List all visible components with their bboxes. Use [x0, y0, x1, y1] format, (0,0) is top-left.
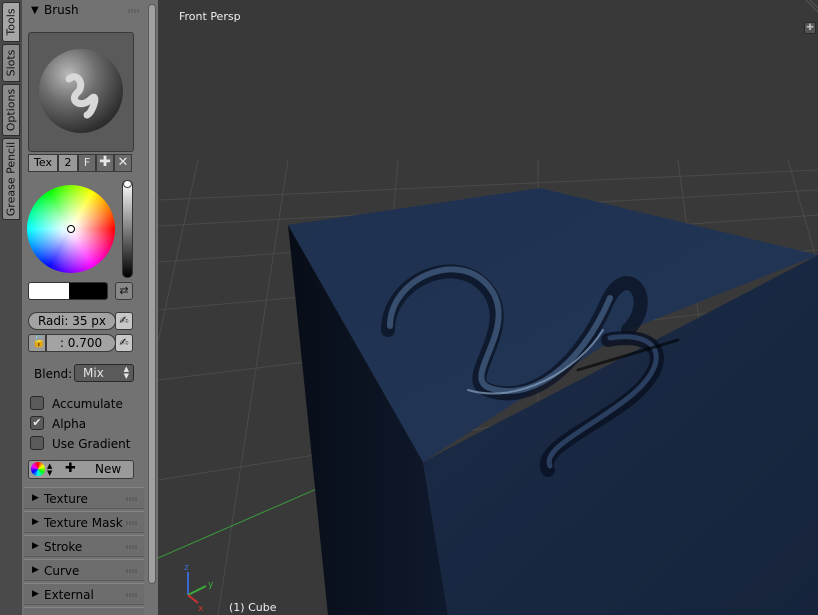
palette-icon[interactable] [31, 462, 45, 476]
color-swatch[interactable] [28, 282, 108, 300]
svg-text:z: z [184, 563, 189, 573]
texture-mask-panel-title: Texture Mask [44, 516, 123, 530]
collapse-triangle-icon: ▼ [31, 5, 39, 16]
tab-strip: Tools Slots Options Grease Pencil [0, 0, 22, 615]
radius-field[interactable]: Radi: 35 px [28, 312, 116, 330]
add-brush-button[interactable]: ✚ [96, 154, 114, 172]
tab-tools-label: Tools [4, 8, 18, 36]
user-count-button[interactable]: 2 [58, 154, 78, 172]
tool-shelf-scrollbar[interactable] [146, 0, 158, 615]
stroke-panel-title: Stroke [44, 540, 83, 554]
drag-grip-icon[interactable] [126, 545, 138, 549]
plus-icon[interactable]: ✚ [65, 461, 76, 476]
svg-text:x: x [198, 604, 204, 614]
primary-color-swatch[interactable] [29, 283, 69, 299]
blend-mode-select[interactable]: Mix ▲ ▼ [74, 364, 134, 382]
brush-panel-header[interactable]: ▼ Brush [22, 0, 146, 22]
blend-mode-value: Mix [83, 366, 104, 380]
curve-panel-title: Curve [44, 564, 80, 578]
remove-brush-button[interactable]: ✕ [114, 154, 132, 172]
3d-viewport[interactable]: y x z Front Persp (1) Cube ✚ [158, 0, 818, 615]
plus-icon: ✚ [99, 154, 111, 170]
swap-colors-button[interactable]: ⇄ [115, 282, 133, 300]
expand-triangle-icon: ▶ [32, 493, 39, 503]
expand-triangle-icon: ▶ [32, 541, 39, 551]
expand-triangle-icon: ▶ [32, 565, 39, 575]
x-icon: ✕ [117, 155, 129, 170]
strength-pressure-button[interactable]: ✍ [115, 334, 133, 352]
next-panel-header[interactable] [24, 607, 144, 615]
blend-label: Blend: [34, 367, 73, 381]
texture-mask-panel-header[interactable]: ▶ Texture Mask [24, 511, 144, 533]
radius-value: 35 px [72, 314, 107, 328]
area-split-corner-icon[interactable] [804, 0, 818, 14]
tab-options-label: Options [4, 88, 18, 132]
tab-slots[interactable]: Slots [2, 44, 20, 82]
use-gradient-checkbox[interactable] [30, 436, 44, 450]
external-panel-title: External [44, 588, 94, 602]
use-gradient-label: Use Gradient [52, 437, 131, 451]
strength-field[interactable]: : 0.700 [46, 334, 116, 352]
checkmark-icon: ✔ [32, 416, 42, 429]
drag-grip-icon[interactable] [128, 9, 140, 13]
brush-icon [39, 49, 123, 133]
brush-preview[interactable] [28, 32, 134, 152]
drag-grip-icon[interactable] [126, 569, 138, 573]
tex-browse-button[interactable]: Tex [28, 154, 58, 172]
unified-strength-lock-button[interactable]: 🔓 [28, 334, 46, 352]
expand-triangle-icon: ▶ [32, 517, 39, 527]
tab-grease-pencil-label: Grease Pencil [4, 141, 18, 217]
chevron-up-down-icon: ▲ ▼ [47, 462, 53, 477]
expand-triangle-icon: ▶ [32, 589, 39, 599]
strength-value: : 0.700 [59, 336, 103, 350]
alpha-label: Alpha [52, 417, 87, 431]
value-slider[interactable] [122, 180, 133, 278]
curve-panel-header[interactable]: ▶ Curve [24, 559, 144, 581]
viewport-properties-icon[interactable]: ✚ [804, 22, 816, 34]
tool-shelf: ▼ Brush Tex 2 F ✚ ✕ ⇄ Radi: 35 px ✍ 🔓 : … [22, 0, 146, 615]
drag-grip-icon[interactable] [126, 497, 138, 501]
drag-grip-icon[interactable] [126, 593, 138, 597]
axis-gizmo: y x z [184, 563, 214, 614]
radius-pressure-button[interactable]: ✍ [115, 312, 133, 330]
value-slider-handle[interactable] [123, 180, 132, 188]
tab-slots-label: Slots [4, 49, 18, 77]
swap-icon: ⇄ [119, 284, 129, 297]
scrollbar-thumb[interactable] [148, 4, 156, 584]
scene-canvas[interactable]: y x z [158, 0, 818, 615]
new-palette-button[interactable]: New [95, 462, 121, 476]
tab-tools[interactable]: Tools [2, 2, 20, 42]
drag-grip-icon[interactable] [126, 521, 138, 525]
color-wheel-cursor[interactable] [67, 225, 75, 233]
pressure-pen-icon: ✍ [119, 336, 129, 349]
brush-stroke-icon [65, 73, 99, 119]
fake-user-button[interactable]: F [78, 154, 96, 172]
accumulate-checkbox[interactable] [30, 396, 44, 410]
secondary-color-swatch[interactable] [69, 283, 107, 299]
brush-panel-title: Brush [44, 3, 79, 17]
accumulate-label: Accumulate [52, 397, 123, 411]
stroke-panel-header[interactable]: ▶ Stroke [24, 535, 144, 557]
texture-panel-header[interactable]: ▶ Texture [24, 487, 144, 509]
palette-new-row: ▲ ▼ ✚ New [28, 460, 134, 479]
pressure-pen-icon: ✍ [119, 314, 129, 327]
radius-label: Radi: [37, 314, 69, 328]
texture-panel-title: Texture [44, 492, 88, 506]
chevron-up-down-icon: ▲ ▼ [123, 365, 129, 380]
tab-grease-pencil[interactable]: Grease Pencil [2, 138, 20, 220]
alpha-checkbox[interactable]: ✔ [30, 416, 44, 430]
lock-icon: 🔓 [32, 335, 46, 348]
svg-text:y: y [208, 580, 214, 590]
tab-options[interactable]: Options [2, 84, 20, 136]
view-name-label: Front Persp [179, 10, 241, 23]
external-panel-header[interactable]: ▶ External [24, 583, 144, 605]
active-object-label: (1) Cube [229, 601, 277, 614]
